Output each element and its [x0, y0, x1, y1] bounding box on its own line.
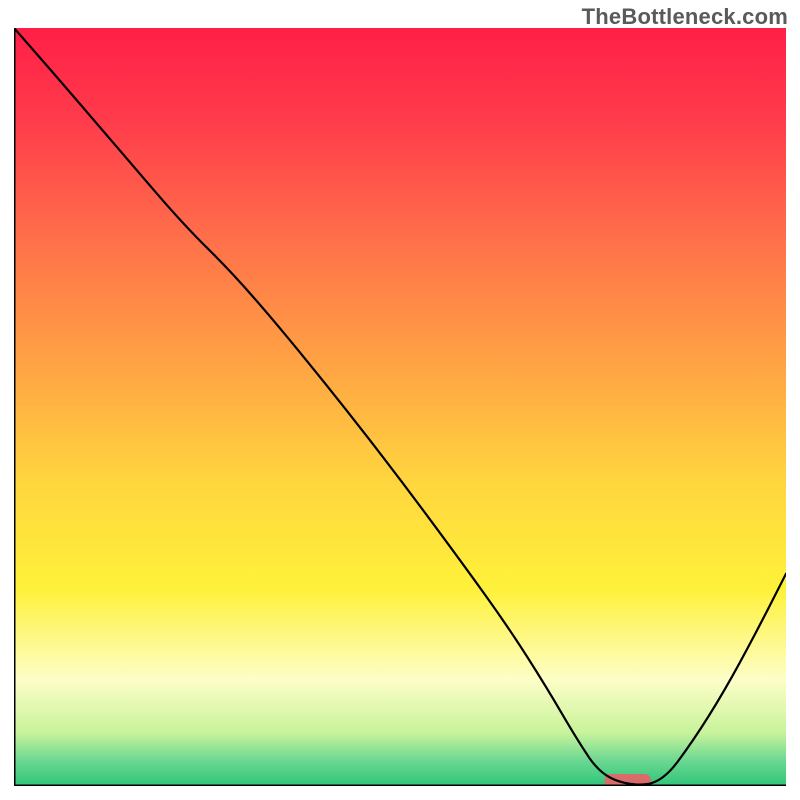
bottleneck-chart — [14, 28, 786, 786]
chart-root: TheBottleneck.com — [0, 0, 800, 800]
plot-area — [14, 28, 786, 786]
watermark-label: TheBottleneck.com — [582, 4, 788, 30]
gradient-background — [14, 28, 786, 786]
